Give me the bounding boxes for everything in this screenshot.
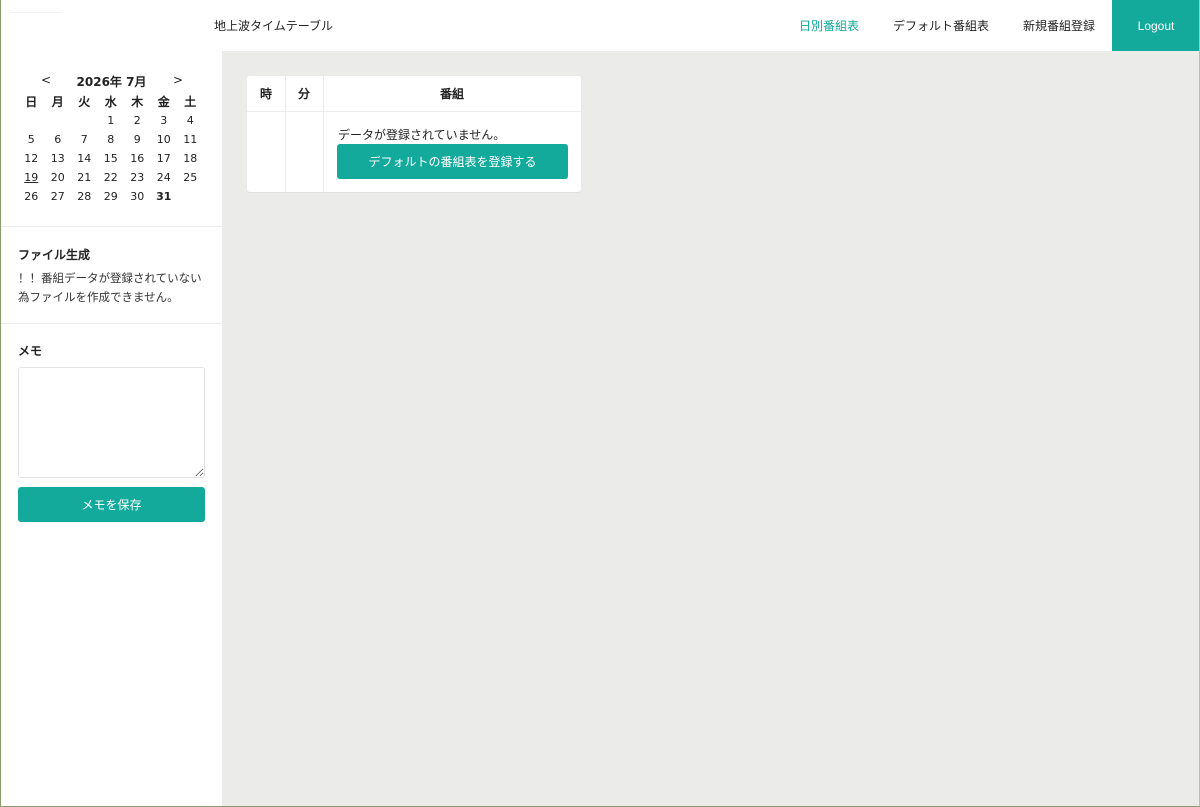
logout-button[interactable]: Logout bbox=[1112, 0, 1200, 51]
calendar-days: 1 2 3 4 5 6 7 8 9 10 11 12 13 14 15 16 17 18 19 20 21 22 23 24 2… bbox=[18, 111, 205, 206]
calendar-day[interactable]: 9 bbox=[124, 130, 151, 149]
calendar-day[interactable]: 10 bbox=[151, 130, 178, 149]
calendar-day[interactable]: 17 bbox=[151, 149, 178, 168]
weekday-mon: 月 bbox=[51, 94, 64, 109]
calendar-day[interactable]: 2 bbox=[124, 111, 151, 130]
header-program: 番組 bbox=[439, 87, 464, 101]
calendar-day[interactable]: 22 bbox=[98, 168, 125, 187]
calendar-day[interactable]: 27 bbox=[45, 187, 72, 206]
calendar-empty-cell bbox=[177, 187, 204, 206]
calendar-day[interactable]: 1 bbox=[98, 111, 125, 130]
calendar-header: 2026年 7月 < > bbox=[18, 71, 205, 89]
calendar-day[interactable]: 12 bbox=[18, 149, 45, 168]
calendar-empty-cell bbox=[71, 111, 98, 130]
calendar-day[interactable]: 16 bbox=[124, 149, 151, 168]
column-separator bbox=[285, 76, 286, 192]
empty-message: データが登録されていません。 bbox=[338, 128, 506, 142]
weekday-wed: 水 bbox=[104, 94, 117, 109]
weekday-thu: 木 bbox=[131, 94, 144, 109]
register-default-schedule-button[interactable]: デフォルトの番組表を登録する bbox=[337, 144, 568, 179]
main-nav: 日別番組表 デフォルト番組表 新規番組登録 bbox=[782, 0, 1112, 51]
calendar-day[interactable]: 23 bbox=[124, 168, 151, 187]
calendar-day[interactable]: 14 bbox=[71, 149, 98, 168]
calendar-day[interactable]: 30 bbox=[124, 187, 151, 206]
nav-default-schedule[interactable]: デフォルト番組表 bbox=[876, 17, 1006, 34]
logo-area bbox=[0, 0, 200, 51]
schedule-table: 時 分 番組 データが登録されていません。 デフォルトの番組表を登録する bbox=[247, 76, 581, 192]
calendar-next-button[interactable]: > bbox=[173, 73, 183, 87]
calendar-day[interactable]: 3 bbox=[151, 111, 178, 130]
file-section-title: ファイル生成 bbox=[18, 248, 91, 262]
header-hour: 時 bbox=[259, 87, 272, 101]
weekday-sat: 土 bbox=[184, 94, 197, 109]
calendar-prev-button[interactable]: < bbox=[41, 73, 51, 87]
calendar-day[interactable]: 5 bbox=[18, 130, 45, 149]
calendar-day[interactable]: 24 bbox=[151, 168, 178, 187]
calendar-weekdays: 日 月 火 水 木 金 土 bbox=[18, 91, 205, 111]
calendar-day[interactable]: 31 bbox=[151, 187, 178, 206]
calendar-day[interactable]: 15 bbox=[98, 149, 125, 168]
nav-daily-schedule[interactable]: 日別番組表 bbox=[782, 17, 876, 34]
memo-textarea[interactable] bbox=[18, 367, 205, 478]
app-title: 地上波タイムテーブル bbox=[214, 19, 334, 33]
column-separator bbox=[323, 76, 324, 192]
divider bbox=[0, 323, 222, 324]
calendar-day[interactable]: 6 bbox=[45, 130, 72, 149]
sidebar: 2026年 7月 < > 日 月 火 水 木 金 土 1 2 3 4 5 6 7 8 9 10 11… bbox=[0, 51, 222, 807]
calendar-day[interactable]: 18 bbox=[177, 149, 204, 168]
header-minute: 分 bbox=[297, 87, 310, 101]
logo-placeholder bbox=[10, 12, 62, 13]
weekday-tue: 火 bbox=[78, 94, 91, 109]
save-memo-button[interactable]: メモを保存 bbox=[18, 487, 205, 522]
calendar-day[interactable]: 4 bbox=[177, 111, 204, 130]
divider bbox=[0, 226, 222, 227]
calendar-day[interactable]: 26 bbox=[18, 187, 45, 206]
calendar-day[interactable]: 13 bbox=[45, 149, 72, 168]
nav-new-program[interactable]: 新規番組登録 bbox=[1006, 17, 1112, 34]
top-header: 地上波タイムテーブル 日別番組表 デフォルト番組表 新規番組登録 Logout bbox=[0, 0, 1200, 51]
calendar-day[interactable]: 21 bbox=[71, 168, 98, 187]
calendar-day[interactable]: 25 bbox=[177, 168, 204, 187]
calendar-day[interactable]: 8 bbox=[98, 130, 125, 149]
calendar-day[interactable]: 19 bbox=[18, 168, 45, 187]
row-separator bbox=[247, 111, 581, 112]
calendar-day[interactable]: 28 bbox=[71, 187, 98, 206]
calendar-day[interactable]: 20 bbox=[45, 168, 72, 187]
weekday-sun: 日 bbox=[25, 94, 38, 109]
calendar-empty-cell bbox=[45, 111, 72, 130]
memo-section-title: メモ bbox=[18, 344, 43, 358]
calendar-empty-cell bbox=[18, 111, 45, 130]
calendar: 2026年 7月 < > 日 月 火 水 木 金 土 1 2 3 4 5 6 7 8 9 10 11… bbox=[18, 71, 205, 206]
calendar-day[interactable]: 29 bbox=[98, 187, 125, 206]
calendar-day[interactable]: 7 bbox=[71, 130, 98, 149]
calendar-day[interactable]: 11 bbox=[177, 130, 204, 149]
weekday-fri: 金 bbox=[157, 94, 170, 109]
file-section-message: ！！番組データが登録されていない為ファイルを作成できません。 bbox=[18, 271, 202, 304]
